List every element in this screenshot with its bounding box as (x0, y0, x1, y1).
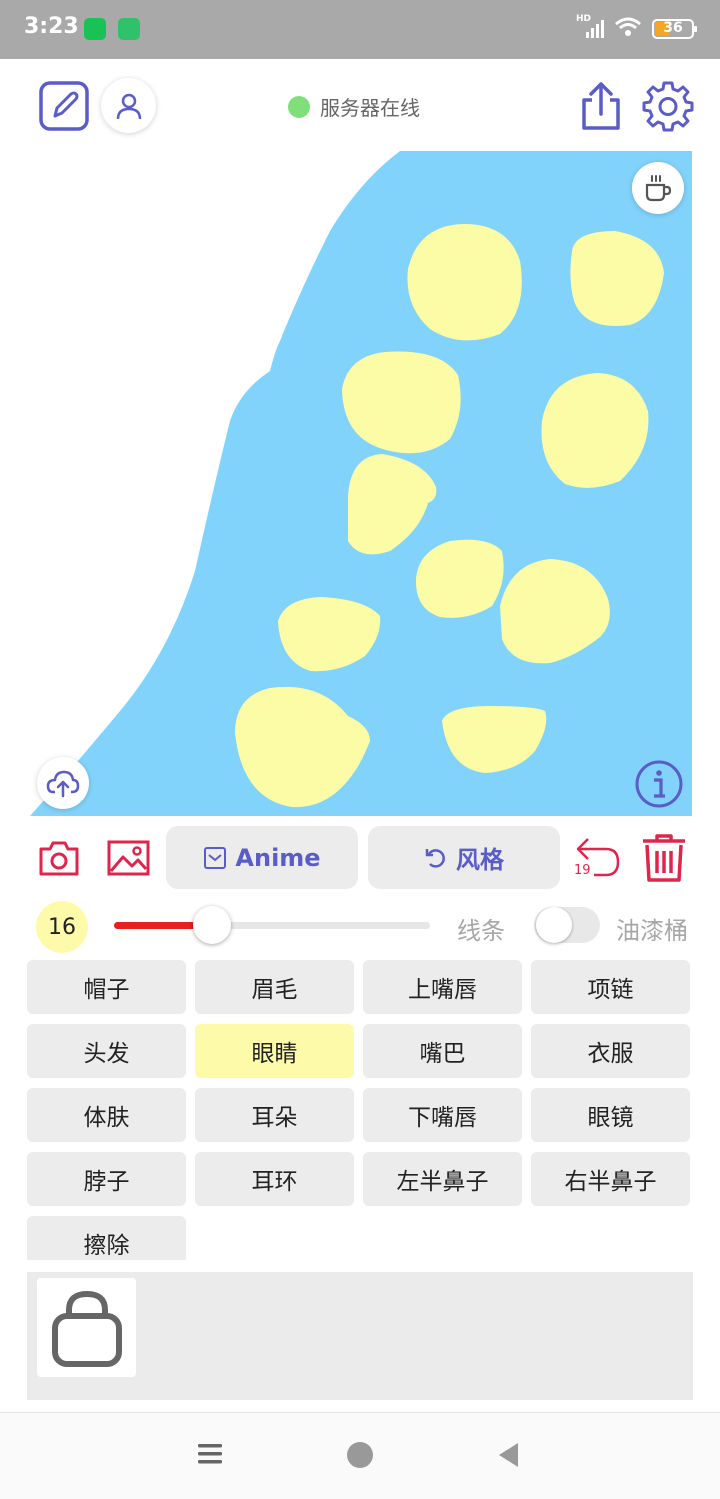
camera-icon (39, 841, 79, 876)
image-icon (107, 840, 150, 876)
face-parts-grid: 帽子 眉毛 上嘴唇 项链头发 眼睛 嘴巴 衣服体肤 耳朵 下嘴唇 眼镜脖子 耳环 左半鼻子 右半鼻子擦除 (27, 960, 691, 1260)
part-button[interactable]: 右半鼻子 (531, 1152, 690, 1206)
line-mode-label[interactable]: 线条 (457, 911, 505, 946)
part-button[interactable]: 耳环 (195, 1152, 354, 1206)
drawing-canvas[interactable] (30, 151, 692, 816)
server-status: 服务器在线 (288, 92, 420, 121)
status-bar: 3:23 HD 36 (0, 0, 720, 59)
part-button[interactable]: 眉毛 (195, 960, 354, 1014)
edit-button[interactable] (38, 80, 90, 132)
security-notification-icon (118, 18, 140, 40)
part-button[interactable]: 帽子 (27, 960, 186, 1014)
style-button[interactable]: 风格 (368, 826, 560, 889)
paint-bucket-toggle[interactable] (534, 907, 600, 943)
coffee-cup-icon (645, 175, 672, 202)
back-nav-button[interactable] (494, 1439, 524, 1471)
part-button[interactable]: 下嘴唇 (363, 1088, 522, 1142)
user-icon (116, 93, 141, 119)
server-status-dot (288, 95, 310, 118)
coffee-button[interactable] (632, 162, 684, 214)
profile-button[interactable] (101, 78, 156, 133)
part-button[interactable]: 左半鼻子 (363, 1152, 522, 1206)
part-button[interactable]: 衣服 (531, 1024, 690, 1078)
status-indicators: HD 36 (576, 14, 697, 42)
brush-size-value: 16 (48, 914, 76, 940)
info-button[interactable] (634, 759, 684, 809)
part-button[interactable]: 体肤 (27, 1088, 186, 1142)
cloud-upload-icon (46, 770, 80, 798)
anime-button-label: Anime (235, 843, 321, 872)
info-icon (635, 760, 683, 808)
battery-level: 36 (663, 20, 683, 36)
recents-nav-button[interactable] (195, 1439, 225, 1469)
wechat-notification-icon (84, 18, 106, 40)
shopping-bag-button[interactable] (37, 1278, 136, 1377)
brush-size-badge: 16 (36, 901, 88, 953)
part-button[interactable]: 眼镜 (531, 1088, 690, 1142)
part-button[interactable]: 嘴巴 (363, 1024, 522, 1078)
share-button[interactable] (576, 80, 626, 132)
app-root: 3:23 HD 36 服务器在线 Anime 风格 19 16 线条 油漆桶 帽… (0, 0, 720, 1499)
camera-button[interactable] (38, 838, 80, 878)
upload-button[interactable] (37, 757, 89, 809)
part-button[interactable]: 上嘴唇 (363, 960, 522, 1014)
checkbox-icon (204, 846, 227, 869)
brush-size-slider-thumb[interactable] (192, 906, 231, 944)
part-button[interactable]: 眼睛 (195, 1024, 354, 1078)
paint-bucket-toggle-knob (536, 907, 572, 943)
home-nav-button[interactable] (344, 1439, 376, 1471)
status-time: 3:23 (24, 14, 79, 39)
part-button[interactable]: 擦除 (27, 1216, 186, 1260)
share-icon (582, 82, 620, 130)
settings-button[interactable] (642, 80, 694, 132)
server-status-label: 服务器在线 (320, 96, 420, 120)
part-button[interactable]: 脖子 (27, 1152, 186, 1206)
anime-button[interactable]: Anime (166, 826, 358, 889)
brush-size-slider[interactable] (114, 906, 430, 944)
delete-button[interactable] (640, 832, 688, 884)
wifi-icon (614, 16, 642, 42)
shopping-bag-icon (51, 1290, 122, 1367)
paint-bucket-label[interactable]: 油漆桶 (616, 911, 688, 946)
rotate-icon (425, 848, 445, 868)
signal-icon: HD (576, 14, 604, 40)
network-type-label: HD (576, 14, 592, 24)
undo-count: 19 (574, 863, 591, 878)
menu-icon (198, 1444, 222, 1464)
part-button[interactable]: 头发 (27, 1024, 186, 1078)
style-button-label: 风格 (456, 846, 504, 874)
system-nav-bar (0, 1412, 720, 1499)
back-triangle-icon (499, 1443, 518, 1467)
gallery-button[interactable] (106, 838, 151, 878)
bottom-panel (27, 1272, 693, 1400)
battery-icon: 36 (652, 19, 697, 39)
part-button[interactable]: 耳朵 (195, 1088, 354, 1142)
canvas-drawing (30, 151, 692, 816)
part-button[interactable]: 项链 (531, 960, 690, 1014)
trash-icon (643, 834, 685, 882)
gear-icon (642, 81, 694, 132)
edit-icon (39, 81, 89, 131)
home-circle-icon (347, 1442, 373, 1468)
